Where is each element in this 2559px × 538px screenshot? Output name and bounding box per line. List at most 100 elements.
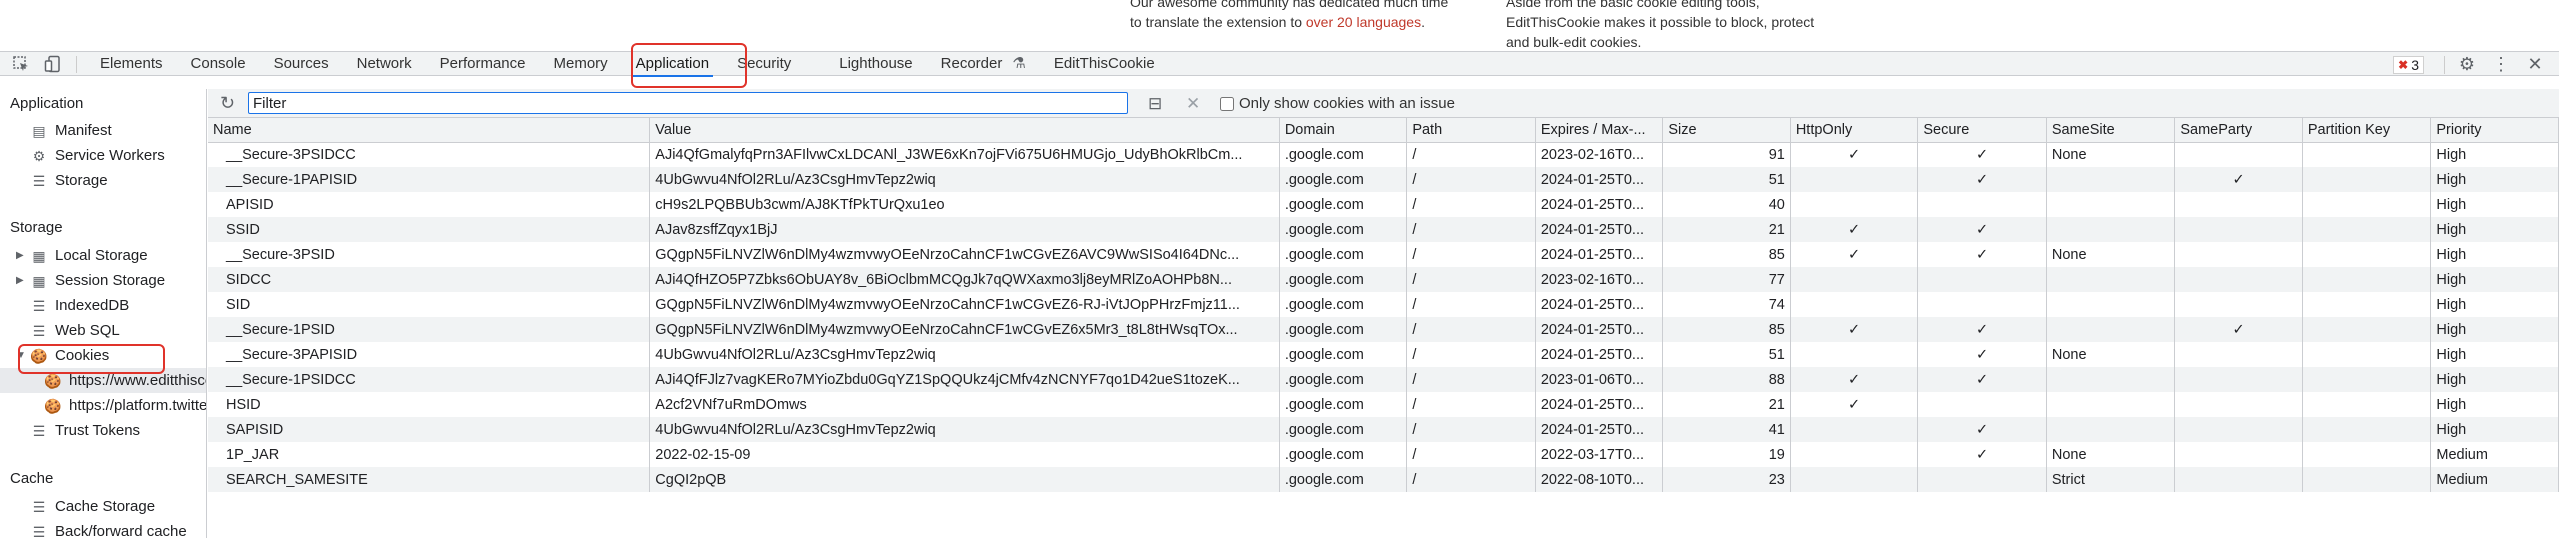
only-issue-checkbox[interactable] [1220,96,1234,111]
cell-samesite [2046,367,2176,392]
cell-partition-key [2302,142,2432,167]
tab-sources[interactable]: Sources [260,52,343,77]
refresh-icon[interactable]: ↻ [220,93,235,114]
sidebar-item-web-sql[interactable]: ☰ Web SQL [30,319,120,343]
column-header-priority[interactable]: Priority [2430,118,2559,143]
clear-filtered-cookies-icon[interactable]: ⊟ [1148,94,1162,114]
device-toolbar-icon[interactable] [44,55,62,73]
only-issue-filter[interactable]: Only show cookies with an issue [1220,95,1455,112]
cell-path: / [1406,217,1536,242]
expand-triangle-icon[interactable]: ▶ [16,244,28,268]
cell-name: SAPISID [208,417,651,442]
cell-secure [1917,392,2047,417]
table-row[interactable]: __Secure-1PSID GQgpN5FiLNVZlW6nDlMy4wzmvw… [208,317,2559,342]
cell-samesite: Strict [2046,467,2176,492]
sidebar-item-local-storage[interactable]: ▶ ▦ Local Storage [16,244,148,268]
column-header-size[interactable]: Size [1662,118,1791,143]
column-header-sameparty[interactable]: SameParty [2174,118,2303,143]
sidebar-item-back-forward-cache[interactable]: ☰ Back/forward cache [30,520,187,538]
cell-secure [1917,192,2047,217]
sidebar-item-session-storage[interactable]: ▶ ▦ Session Storage [16,269,165,293]
column-header-expires[interactable]: Expires / Max-... [1535,118,1664,143]
sidebar-item-trust-tokens[interactable]: ☰ Trust Tokens [30,419,140,443]
cell-secure: ✓ [1917,167,2047,192]
tab-elements[interactable]: Elements [86,52,177,77]
application-tab-highlight-annotation [631,43,747,88]
cell-sameparty [2174,342,2303,367]
table-row[interactable]: SIDCC AJi4QfHZO5P7Zbks6ObUAY8v_6BiOclbmMC… [208,267,2559,292]
cell-value: GQgpN5FiLNVZlW6nDlMy4wzmvwyOEeNrzoCahnCF… [649,292,1280,317]
cell-domain: .google.com [1279,217,1408,242]
table-row[interactable]: __Secure-3PSIDCC AJi4QfGmalyfqPrn3AFIlvwC… [208,142,2559,167]
cell-expires: 2024-01-25T0... [1535,217,1664,242]
delete-selected-icon[interactable]: ✕ [1186,94,1200,114]
tab-recorder[interactable]: Recorder [927,52,1007,77]
cell-priority: High [2430,142,2559,167]
tab-performance[interactable]: Performance [426,52,540,77]
close-devtools-icon[interactable]: ✕ [2525,54,2545,75]
table-row[interactable]: __Secure-1PSIDCC AJi4QfFJlz7vagKERo7MYioZ… [208,367,2559,392]
table-row[interactable]: SSID AJav8zsffZqyx1BjJ .google.com/2024-01… [208,217,2559,242]
inspect-element-icon[interactable] [12,55,30,73]
column-header-secure[interactable]: Secure [1917,118,2047,143]
features-line-3: and bulk-edit cookies. [1506,34,1642,50]
table-row[interactable]: 1P_JAR 2022-02-15-09 .google.com/2022-03-1… [208,442,2559,467]
sidebar-item-label: Storage [55,172,108,189]
sidebar-header-application: Application [10,95,84,112]
cell-name: SSID [208,217,651,242]
table-row[interactable]: SEARCH_SAMESITE CgQI2pQB .google.com/2022-… [208,467,2559,492]
sidebar-item-manifest[interactable]: ▤ Manifest [30,119,111,143]
cell-size: 41 [1662,417,1791,442]
table-grid-icon: ▦ [32,248,46,264]
cell-size: 40 [1662,192,1791,217]
languages-link[interactable]: over 20 languages [1306,14,1421,30]
cell-size: 74 [1662,292,1791,317]
column-header-samesite[interactable]: SameSite [2046,118,2176,143]
column-header-partition-key[interactable]: Partition Key [2302,118,2432,143]
table-row[interactable]: APISID cH9s2LPQBBUb3cwm/AJ8KTfPkTUrQxu1eo… [208,192,2559,217]
cell-secure: ✓ [1917,217,2047,242]
tab-lighthouse[interactable]: Lighthouse [825,52,926,77]
more-options-icon[interactable]: ⋮ [2491,54,2511,75]
table-row[interactable]: __Secure-3PSID GQgpN5FiLNVZlW6nDlMy4wzmvw… [208,242,2559,267]
cell-samesite [2046,192,2176,217]
cell-priority: High [2430,342,2559,367]
column-header-name[interactable]: Name [208,118,651,143]
sidebar-item-cache-storage[interactable]: ☰ Cache Storage [30,495,155,519]
expand-triangle-icon[interactable]: ▶ [16,269,28,293]
error-count-badge[interactable]: ✖ 3 [2393,55,2424,74]
table-row[interactable]: SID GQgpN5FiLNVZlW6nDlMy4wzmvwyOEeNrzoCah… [208,292,2559,317]
table-row[interactable]: __Secure-1PAPISID 4UbGwvu4NfOl2RLu/Az3Csg… [208,167,2559,192]
sidebar-item-indexeddb[interactable]: ☰ IndexedDB [30,294,130,318]
cell-path: / [1406,267,1536,292]
cell-httponly [1790,292,1919,317]
cell-samesite: None [2046,342,2176,367]
cell-size: 51 [1662,342,1791,367]
column-header-httponly[interactable]: HttpOnly [1790,118,1919,143]
cookie-filter-input[interactable] [248,92,1128,114]
sidebar-item-cookie-host-twitter[interactable]: 🍪 https://platform.twitter.com [44,394,206,418]
cell-partition-key [2302,242,2432,267]
toolbar-divider [2444,55,2445,74]
column-header-domain[interactable]: Domain [1279,118,1408,143]
cell-partition-key [2302,192,2432,217]
settings-gear-icon[interactable]: ⚙ [2457,54,2477,75]
table-row[interactable]: SAPISID 4UbGwvu4NfOl2RLu/Az3CsgHmvTepz2wi… [208,417,2559,442]
column-header-value[interactable]: Value [649,118,1280,143]
sidebar-item-storage[interactable]: ☰ Storage [30,169,108,193]
tab-console[interactable]: Console [177,52,260,77]
cell-size: 19 [1662,442,1791,467]
cell-name: __Secure-3PAPISID [208,342,651,367]
tab-memory[interactable]: Memory [540,52,622,77]
table-row[interactable]: HSID A2cf2VNf7uRmDOmws .google.com/2024-01… [208,392,2559,417]
tab-editthiscookie[interactable]: EditThisCookie [1040,52,1169,77]
tab-network[interactable]: Network [343,52,426,77]
toolbar-divider [76,56,77,73]
cell-sameparty [2174,217,2303,242]
column-header-path[interactable]: Path [1406,118,1536,143]
sidebar-item-label: Back/forward cache [55,523,187,538]
sidebar-item-label: Web SQL [55,322,120,339]
table-row[interactable]: __Secure-3PAPISID 4UbGwvu4NfOl2RLu/Az3Csg… [208,342,2559,367]
sidebar-item-service-workers[interactable]: ⚙ Service Workers [30,144,165,168]
inspected-page-strip: Our awesome community has dedicated much… [0,0,2559,51]
